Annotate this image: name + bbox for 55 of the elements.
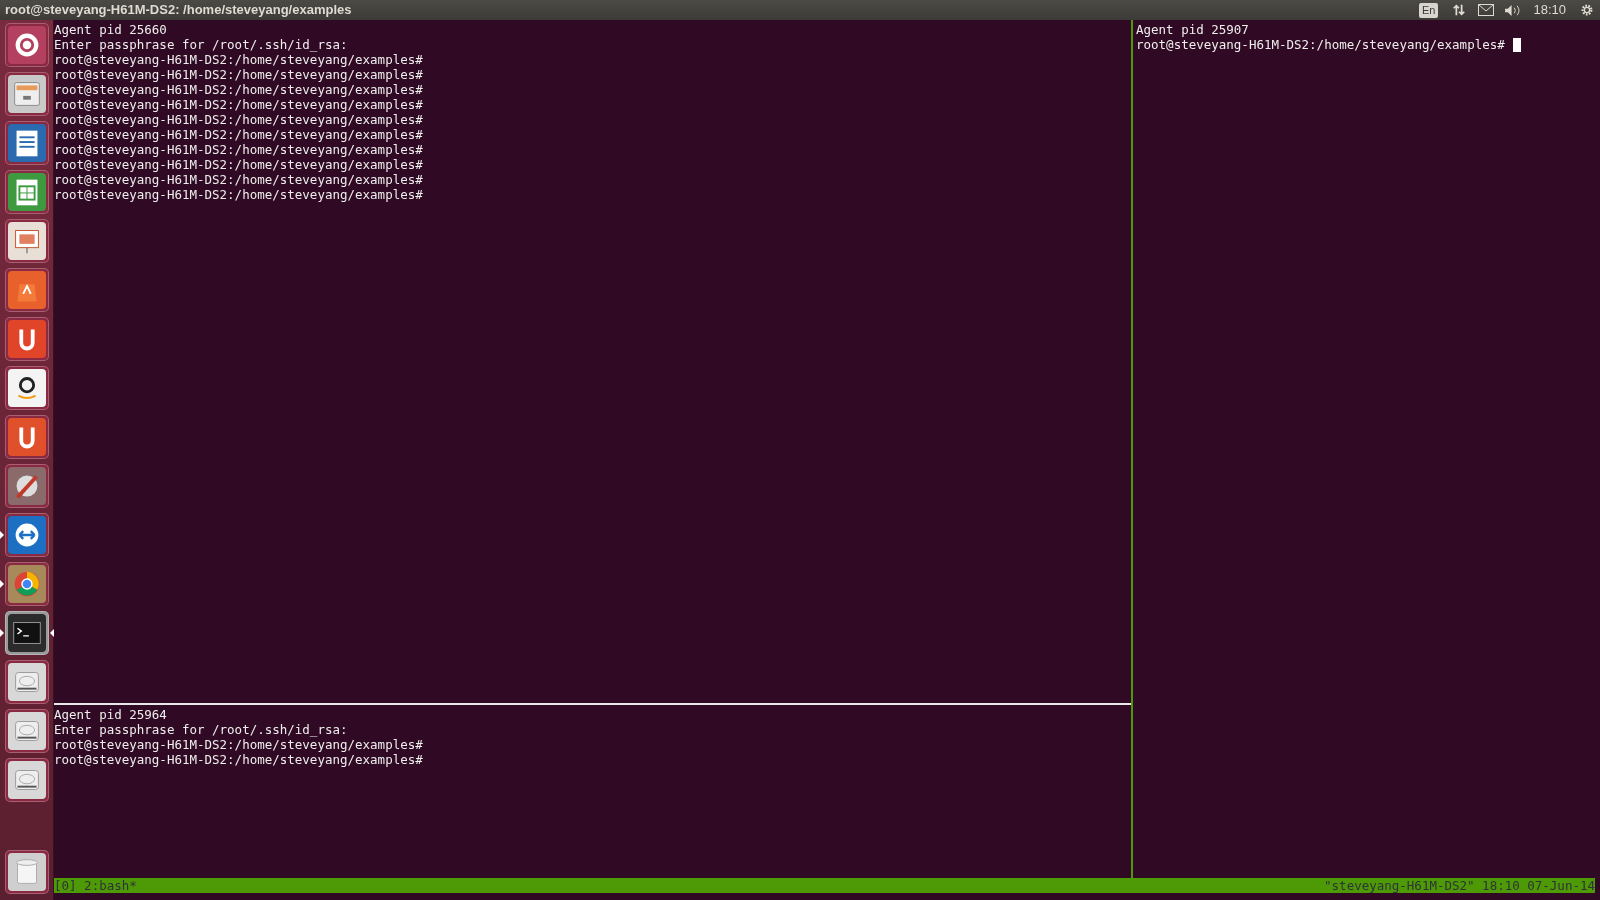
terminal-line: root@steveyang-H61M-DS2:/home/steveyang/examples# (54, 82, 423, 97)
document-icon (8, 123, 46, 162)
host-time-date: "steveyang-H61M-DS2" 18:10 07-Jun-14 (1324, 878, 1595, 893)
launcher-item[interactable] (5, 120, 49, 165)
launcher-item[interactable] (5, 316, 49, 361)
launcher-item[interactable] (5, 463, 49, 508)
launcher-item[interactable] (5, 610, 49, 655)
presentation-icon (8, 221, 46, 260)
launcher-item[interactable] (5, 708, 49, 753)
terminal-line: root@steveyang-H61M-DS2:/home/steveyang/examples# (54, 187, 423, 202)
file-cabinet-icon (8, 74, 46, 113)
terminal-line: root@steveyang-H61M-DS2:/home/steveyang/examples# (54, 52, 423, 67)
settings-icon[interactable] (1580, 3, 1594, 17)
terminal-icon (8, 613, 46, 652)
window-title: root@steveyang-H61M-DS2: /home/steveyang/examples (5, 1, 353, 20)
launcher-item[interactable] (5, 22, 49, 67)
terminal-line: root@steveyang-H61M-DS2:/home/steveyang/examples# (54, 142, 423, 157)
terminal-line: root@steveyang-H61M-DS2:/home/steveyang/examples# (54, 172, 423, 187)
terminal-line: Enter passphrase for /root/.ssh/id_rsa: (54, 37, 348, 52)
terminal-line: Agent pid 25660 (54, 22, 167, 37)
window-list: [0] 2:bash* (54, 878, 137, 893)
terminal-line: Agent pid 25964 (54, 707, 167, 722)
hard-drive-icon (8, 711, 46, 750)
terminal-line: root@steveyang-H61M-DS2:/home/steveyang/examples# (54, 97, 423, 112)
terminal-line: root@steveyang-H61M-DS2:/home/steveyang/examples# (54, 127, 423, 142)
network-arrows-icon[interactable] (1452, 3, 1467, 17)
launcher-item[interactable] (5, 365, 49, 410)
clock[interactable]: 18:10 (1533, 0, 1566, 20)
volume-icon[interactable] (1504, 3, 1522, 17)
shopping-bag-icon (8, 270, 46, 309)
terminal-line: root@steveyang-H61M-DS2:/home/steveyang/examples# (54, 737, 423, 752)
launcher-item[interactable] (5, 414, 49, 459)
terminal-line: root@steveyang-H61M-DS2:/home/steveyang/examples# (54, 67, 423, 82)
terminal-line: root@steveyang-H61M-DS2:/home/steveyang/examples# (54, 157, 423, 172)
terminal-line: root@steveyang-H61M-DS2:/home/steveyang/examples# (54, 752, 423, 767)
hard-drive-icon (8, 662, 46, 701)
launcher-item[interactable] (5, 561, 49, 606)
launcher-item[interactable] (5, 218, 49, 263)
spreadsheet-icon (8, 172, 46, 211)
amazon-smile-icon (8, 368, 46, 407)
launcher-item[interactable] (5, 71, 49, 116)
terminal-line: Enter passphrase for /root/.ssh/id_rsa: (54, 722, 348, 737)
terminal-line: Agent pid 25907 (1136, 22, 1249, 37)
launcher-item[interactable] (5, 659, 49, 704)
launcher-item[interactable] (5, 849, 49, 894)
launcher-item[interactable] (5, 169, 49, 214)
launcher-item[interactable] (5, 512, 49, 557)
trash-icon (8, 852, 46, 891)
terminal-line: root@steveyang-H61M-DS2:/home/steveyang/examples# (54, 112, 423, 127)
terminal-line: root@steveyang-H61M-DS2:/home/steveyang/examples# (1136, 37, 1505, 52)
launcher-item[interactable] (5, 757, 49, 802)
envelope-icon[interactable] (1478, 4, 1495, 16)
focus-indicator-icon (50, 629, 54, 637)
hard-drive-icon (8, 760, 46, 799)
keyboard-indicator[interactable]: En (1419, 2, 1439, 18)
